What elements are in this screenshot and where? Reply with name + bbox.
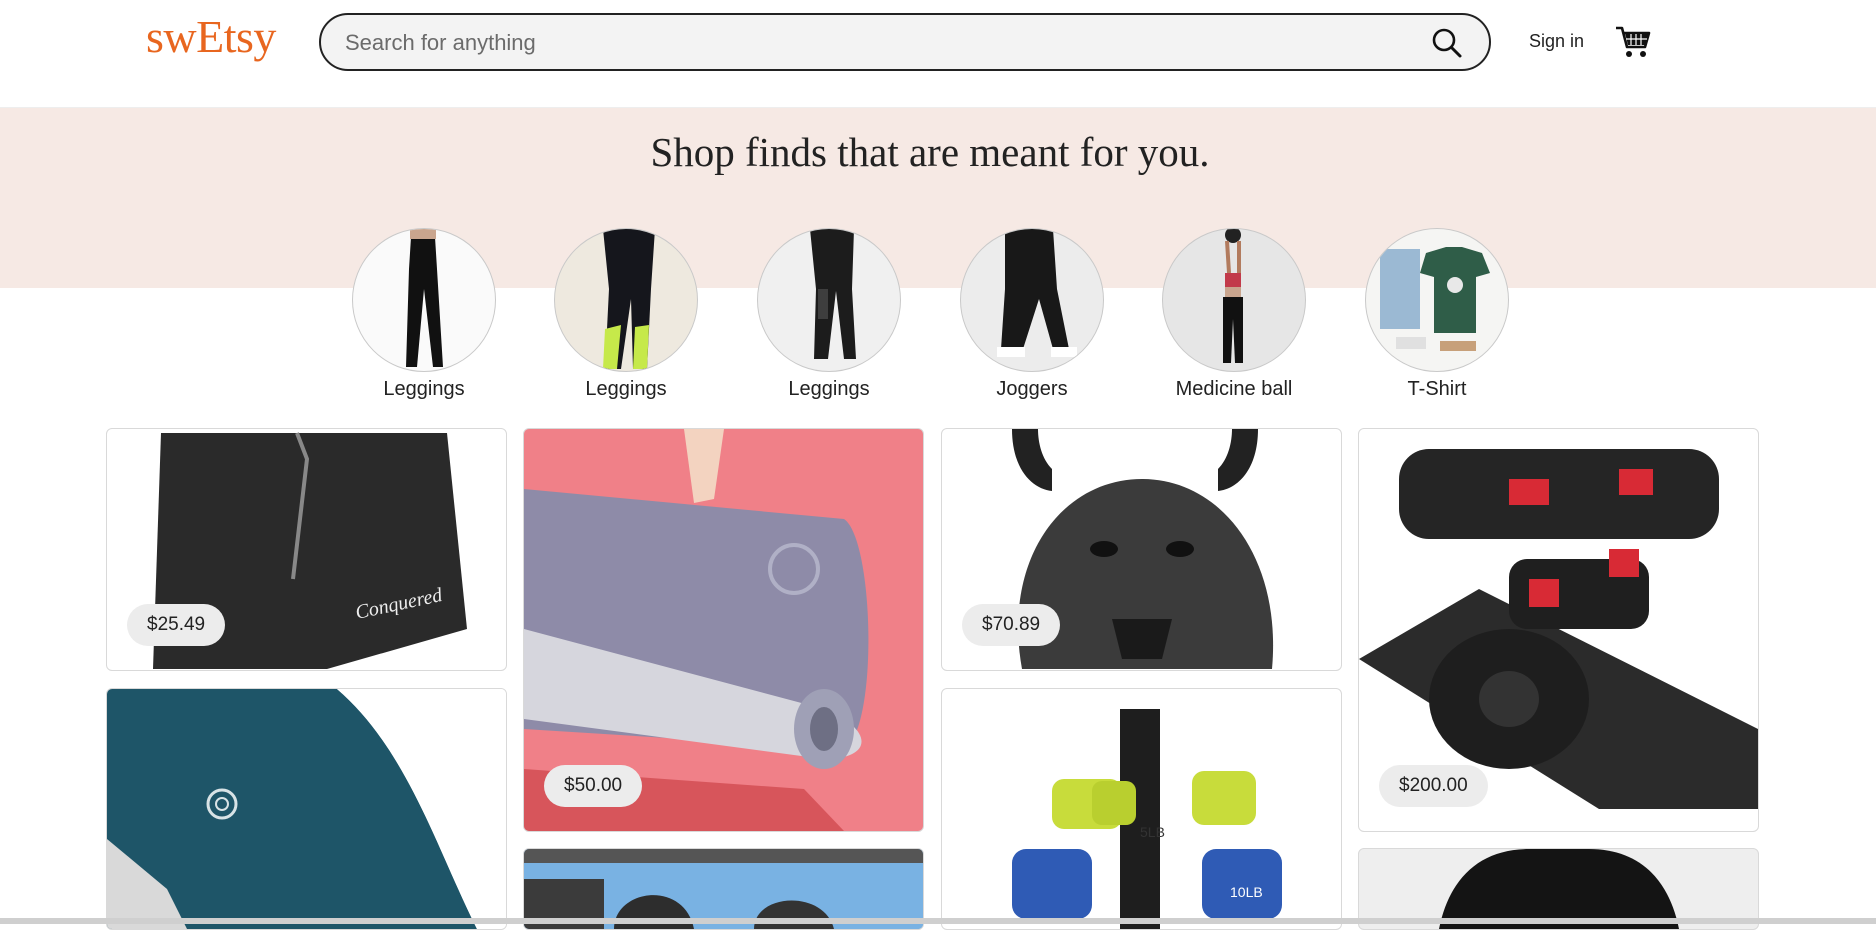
product-card-dumbbell-rack[interactable]: 5LB 10LB — [941, 688, 1342, 930]
svg-text:10LB: 10LB — [1230, 884, 1263, 900]
flared-leggings-photo — [352, 228, 496, 372]
search-icon[interactable] — [1431, 27, 1463, 59]
page-title: Shop finds that are meant for you. — [650, 129, 1210, 175]
category-label: Leggings — [788, 378, 870, 400]
joggers-photo — [960, 228, 1104, 372]
product-card-black-shorts[interactable]: Conquered $25.49 — [106, 428, 507, 671]
cart-icon[interactable] — [1615, 25, 1651, 59]
price-badge: $200.00 — [1379, 765, 1488, 807]
blue-yoga-mat-photo — [107, 689, 506, 929]
color-block-leggings-photo — [554, 228, 698, 372]
black-hoodie-photo — [1439, 849, 1679, 929]
price-badge: $70.89 — [962, 604, 1061, 646]
category-medicine-ball[interactable]: Medicine ball — [1154, 228, 1314, 401]
site-logo[interactable]: swEtsy — [146, 10, 276, 63]
product-card-gorilla-kettlebell[interactable]: $70.89 — [941, 428, 1342, 671]
product-card-adjustable-dumbbells[interactable]: $200.00 — [1358, 428, 1759, 832]
search-bar — [319, 13, 1491, 71]
kettlebell-gym-photo — [524, 849, 923, 929]
product-card-pink-yoga-mat[interactable]: $50.00 — [523, 428, 924, 832]
price-badge: $50.00 — [544, 765, 643, 807]
category-label: Leggings — [585, 378, 667, 400]
category-label: Joggers — [996, 378, 1068, 400]
category-leggings-1[interactable]: Leggings — [344, 228, 504, 401]
site-header: swEtsy Sign in — [0, 0, 1876, 108]
category-joggers[interactable]: Joggers — [952, 228, 1112, 401]
mesh-leggings-photo — [757, 228, 901, 372]
price-badge: $25.49 — [127, 604, 226, 646]
tshirt-photo — [1365, 228, 1509, 372]
sign-in-link[interactable]: Sign in — [1529, 31, 1584, 52]
medicine-ball-photo — [1162, 228, 1306, 372]
category-label: T-Shirt — [1407, 378, 1467, 400]
category-leggings-2[interactable]: Leggings — [546, 228, 706, 401]
category-label: Leggings — [383, 378, 465, 400]
dumbbell-rack-photo: 5LB 10LB — [1012, 709, 1282, 929]
product-card-blue-yoga-mat[interactable] — [106, 688, 507, 930]
horizontal-scrollbar[interactable] — [0, 918, 1876, 924]
svg-text:5LB: 5LB — [1140, 824, 1165, 840]
search-input[interactable] — [343, 28, 1397, 58]
category-tshirt[interactable]: T-Shirt — [1357, 228, 1517, 401]
category-label: Medicine ball — [1175, 378, 1293, 400]
category-leggings-3[interactable]: Leggings — [749, 228, 909, 401]
